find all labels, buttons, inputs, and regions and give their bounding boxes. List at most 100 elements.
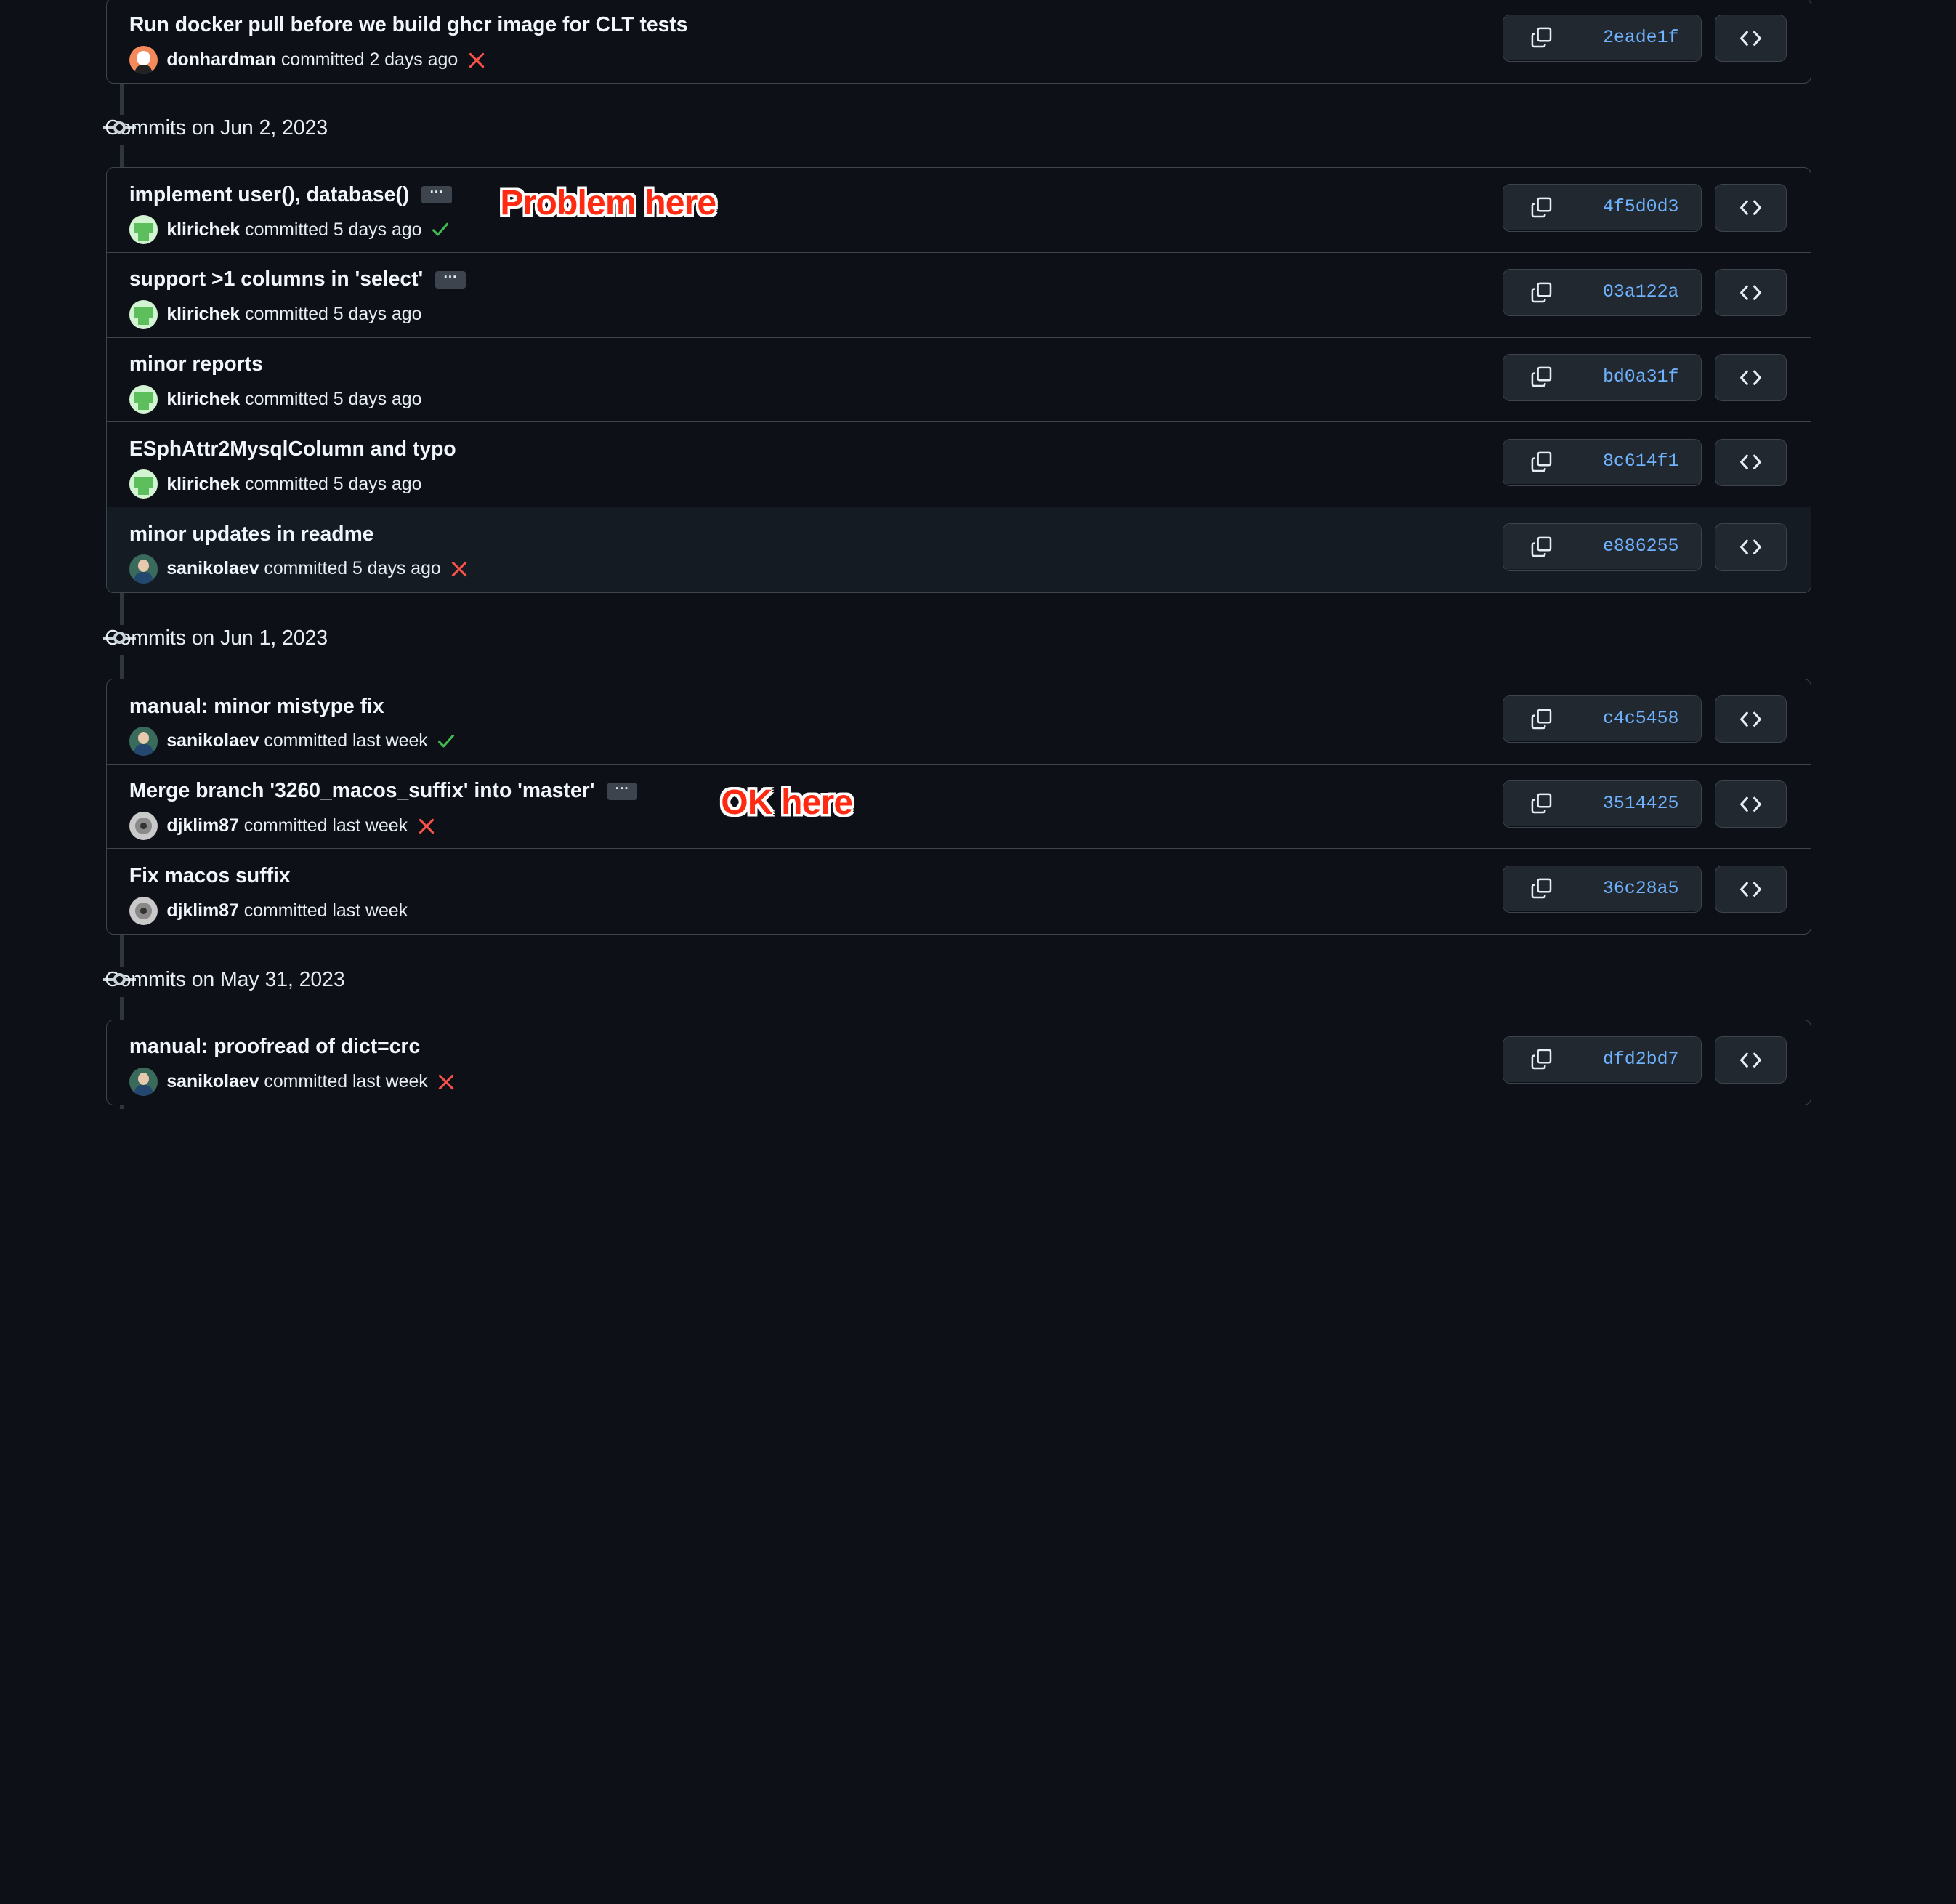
commit-row: manual: minor mistype fix sanikolaev commi… (106, 679, 1811, 765)
commit-row: Run docker pull before we build ghcr ima… (107, 0, 1811, 83)
commit-row: minor reports klirichek committed 5 days a… (106, 338, 1811, 423)
author-link[interactable]: klirichek (166, 219, 240, 241)
expand-message-button[interactable]: ··· (607, 782, 637, 800)
annotation-problem: Problem here (500, 182, 716, 222)
copy-icon (1530, 196, 1553, 219)
avatar[interactable] (129, 554, 158, 584)
avatar[interactable] (129, 727, 158, 756)
code-icon (1739, 198, 1762, 217)
copy-sha-button[interactable] (1503, 354, 1580, 400)
browse-repo-button[interactable] (1714, 1036, 1787, 1084)
check-icon[interactable] (437, 733, 455, 750)
commit-row: ESphAttr2MysqlColumn and typo klirichek co… (106, 422, 1811, 507)
code-icon (1739, 452, 1762, 472)
x-icon[interactable] (418, 818, 435, 835)
commit-sha-link[interactable]: 2eade1f (1580, 15, 1702, 60)
author-link[interactable]: sanikolaev (166, 558, 259, 579)
copy-icon (1530, 366, 1553, 388)
copy-sha-button[interactable] (1503, 185, 1580, 230)
copy-icon (1530, 877, 1553, 900)
commit-title-link[interactable]: support >1 columns in 'select' (129, 267, 423, 291)
avatar[interactable] (129, 384, 158, 414)
expand-message-button[interactable]: ··· (435, 270, 466, 289)
x-icon[interactable] (468, 52, 485, 69)
avatar[interactable] (129, 811, 158, 841)
commit-sha-link[interactable]: 03a122a (1580, 270, 1702, 315)
copy-sha-button[interactable] (1503, 1036, 1580, 1082)
commit-title-link[interactable]: minor updates in readme (129, 523, 374, 546)
commit-sha-link[interactable]: 36c28a5 (1580, 866, 1702, 911)
copy-sha-button[interactable] (1503, 780, 1580, 826)
copy-sha-button[interactable] (1503, 439, 1580, 485)
commit-row: implement user(), database() ··· klirichek… (106, 168, 1811, 253)
x-icon[interactable] (450, 560, 468, 578)
commit-sha-link[interactable]: bd0a31f (1580, 354, 1702, 400)
commit-group-header: Commits on Jun 1, 2023 (0, 615, 1956, 665)
copy-icon (1530, 451, 1553, 473)
code-icon (1739, 1050, 1762, 1070)
author-link[interactable]: sanikolaev (166, 1071, 259, 1092)
commit-title-link[interactable]: implement user(), database() (129, 183, 409, 207)
commit-row: support >1 columns in 'select' ··· klirich… (106, 253, 1811, 338)
browse-repo-button[interactable] (1714, 523, 1787, 571)
copy-sha-button[interactable] (1503, 696, 1580, 742)
commit-group-header: Commits on May 31, 2023 (0, 957, 1956, 1007)
browse-repo-button[interactable] (1714, 695, 1787, 743)
browse-repo-button[interactable] (1714, 438, 1787, 486)
browse-repo-button[interactable] (1714, 353, 1787, 402)
browse-repo-button[interactable] (1714, 14, 1787, 62)
commit-title-link[interactable]: ESphAttr2MysqlColumn and typo (129, 437, 456, 461)
copy-icon (1530, 26, 1553, 49)
avatar[interactable] (129, 1067, 158, 1097)
browse-repo-button[interactable] (1714, 865, 1787, 913)
author-link[interactable]: klirichek (166, 389, 240, 410)
avatar[interactable] (129, 300, 158, 329)
check-icon[interactable] (432, 221, 449, 238)
commit-sha-link[interactable]: 3514425 (1580, 780, 1702, 826)
commit-title-link[interactable]: Fix macos suffix (129, 864, 291, 888)
annotation-ok: OK here (721, 783, 853, 823)
author-link[interactable]: djklim87 (166, 900, 239, 921)
commit-list: manual: proofread of dict=crc sanikolaev c… (105, 1019, 1811, 1106)
commit-title-link[interactable]: minor reports (129, 352, 263, 376)
author-link[interactable]: klirichek (166, 304, 240, 325)
avatar[interactable] (129, 215, 158, 244)
commit-time: committed last week (264, 730, 428, 751)
author-link[interactable]: donhardman (166, 49, 276, 70)
commit-time: committed 5 days ago (245, 388, 422, 409)
browse-repo-button[interactable] (1714, 269, 1787, 317)
browse-repo-button[interactable] (1714, 780, 1787, 828)
commit-title-link[interactable]: Run docker pull before we build ghcr ima… (129, 13, 688, 37)
commit-sha-link[interactable]: dfd2bd7 (1580, 1036, 1702, 1082)
expand-message-button[interactable]: ··· (421, 185, 452, 204)
commit-list: implement user(), database() ··· klirichek… (105, 167, 1811, 593)
commit-sha-link[interactable]: e886255 (1580, 524, 1702, 570)
commit-row: minor updates in readme sanikolaev committ… (106, 507, 1811, 592)
commit-time: committed 5 days ago (264, 558, 441, 579)
commit-row: Merge branch '3260_macos_suffix' into 'm… (106, 765, 1811, 850)
commit-sha-link[interactable]: c4c5458 (1580, 696, 1702, 742)
commit-time: committed last week (243, 815, 408, 836)
avatar[interactable] (129, 896, 158, 926)
commit-title-link[interactable]: manual: minor mistype fix (129, 695, 384, 719)
author-link[interactable]: sanikolaev (166, 730, 259, 751)
commit-sha-link[interactable]: 4f5d0d3 (1580, 185, 1702, 230)
avatar[interactable] (129, 469, 158, 499)
commit-group-title: Commits on May 31, 2023 (105, 968, 345, 992)
copy-sha-button[interactable] (1503, 524, 1580, 570)
commit-time: committed 5 days ago (245, 473, 422, 494)
commit-title-link[interactable]: Merge branch '3260_macos_suffix' into 'm… (129, 779, 595, 803)
author-link[interactable]: djklim87 (166, 815, 239, 836)
copy-sha-button[interactable] (1503, 866, 1580, 911)
author-link[interactable]: klirichek (166, 474, 240, 495)
commit-sha-link[interactable]: 8c614f1 (1580, 439, 1702, 485)
commit-group-title: Commits on Jun 2, 2023 (105, 116, 328, 140)
browse-repo-button[interactable] (1714, 184, 1787, 232)
copy-sha-button[interactable] (1503, 15, 1580, 60)
avatar[interactable] (129, 45, 158, 75)
code-icon (1739, 794, 1762, 814)
commit-title-link[interactable]: manual: proofread of dict=crc (129, 1035, 420, 1059)
code-icon (1739, 537, 1762, 557)
copy-sha-button[interactable] (1503, 270, 1580, 315)
x-icon[interactable] (437, 1073, 455, 1091)
